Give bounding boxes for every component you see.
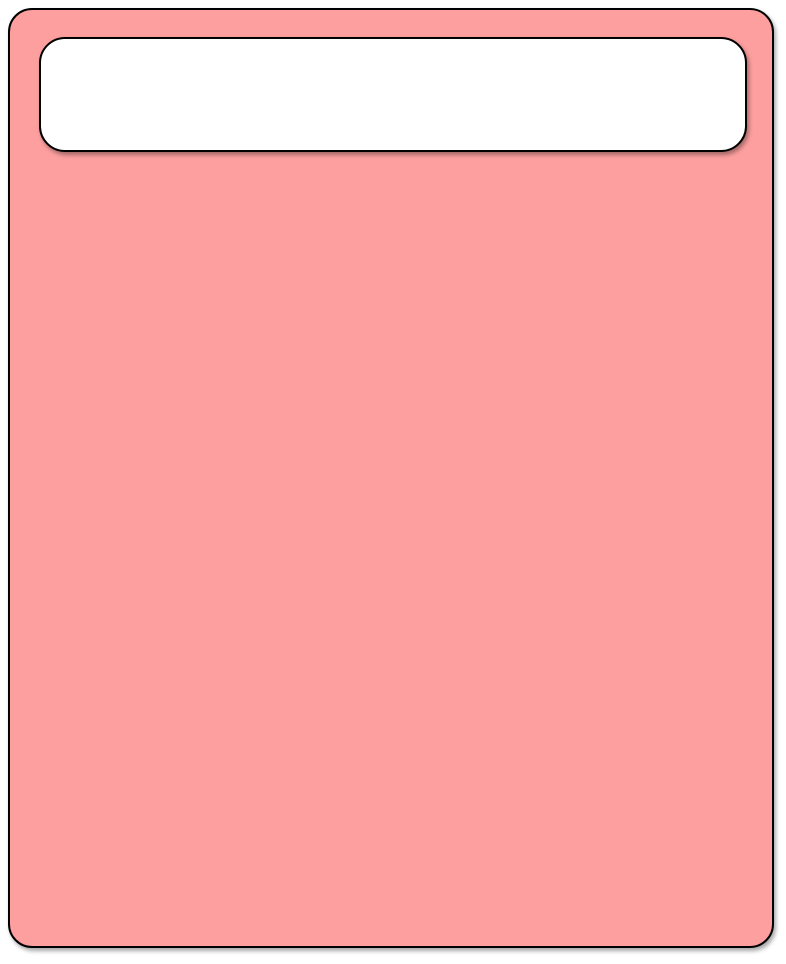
diagram-canvas [0, 0, 786, 964]
header-box [39, 37, 747, 152]
